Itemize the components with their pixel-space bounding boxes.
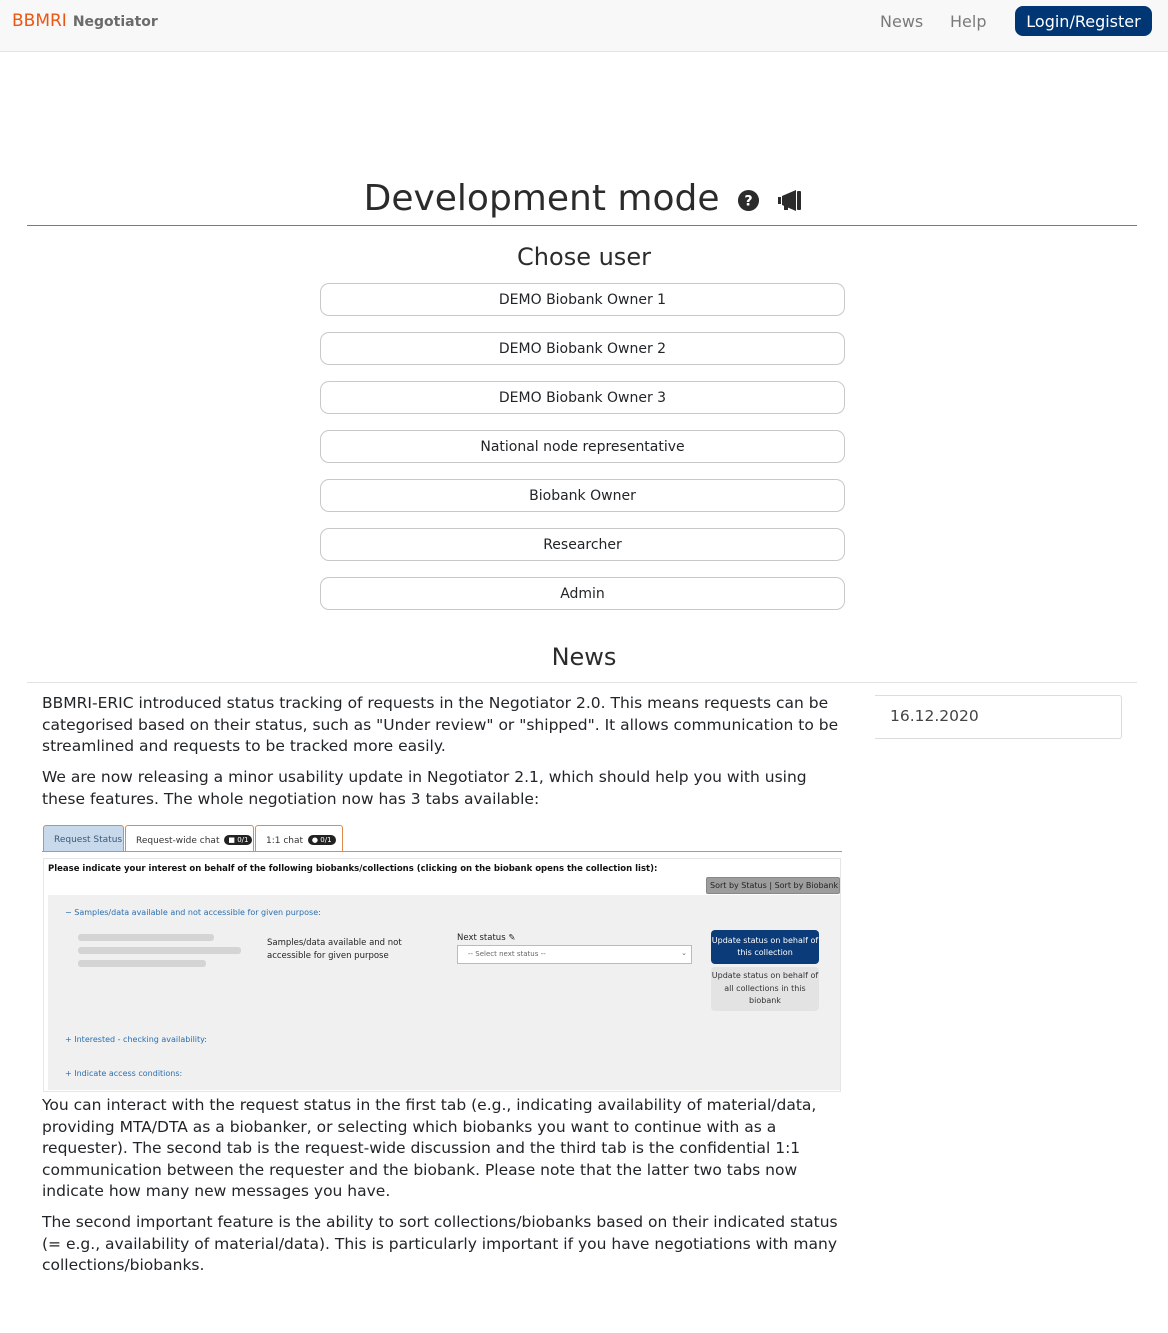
divider (27, 225, 1137, 226)
brand-secondary: Negotiator (72, 14, 158, 30)
unread-badge: ● 0/1 (307, 835, 336, 845)
users-icon: ● (311, 836, 319, 844)
question-circle-icon[interactable]: ? (737, 180, 760, 221)
section-interested: + Interested - checking availability: (65, 1035, 207, 1044)
section-label: Indicate access conditions: (74, 1069, 183, 1078)
navbar: BBMRI Negotiator News Help Login/Registe… (0, 0, 1168, 52)
update-all-collections-button: Update status on behalf of all collectio… (711, 967, 819, 1011)
brand-primary: BBMRI (12, 11, 67, 31)
news-paragraph: We are now releasing a minor usability u… (42, 768, 807, 808)
plus-icon: + (65, 1035, 72, 1044)
brand-logo[interactable]: BBMRI Negotiator (12, 11, 158, 31)
badge-count: 0/1 (320, 836, 332, 844)
minus-icon: − (65, 908, 72, 917)
blurred-collection-name (78, 947, 241, 954)
svg-text:?: ? (744, 193, 752, 209)
megaphone-icon[interactable] (777, 180, 804, 221)
panel-heading: Please indicate your interest on behalf … (48, 864, 658, 874)
badge-count: 0/1 (237, 836, 249, 844)
page-title-text: Development mode (363, 178, 720, 219)
label-text: Next status (457, 933, 506, 943)
tab-request-wide-chat: Request-wide chat ■ 0/1 (125, 825, 254, 851)
user-button-demo-biobank-owner-1[interactable]: DEMO Biobank Owner 1 (320, 283, 845, 316)
news-heading: News (551, 643, 617, 671)
news-date: 16.12.2020 (890, 707, 979, 725)
user-button-demo-biobank-owner-2[interactable]: DEMO Biobank Owner 2 (320, 332, 845, 365)
edit-icon: ✎ (508, 933, 516, 943)
news-date-card: 16.12.2020 (875, 695, 1122, 739)
user-button-national-node-representative[interactable]: National node representative (320, 430, 845, 463)
news-paragraph: You can interact with the request status… (42, 1096, 817, 1200)
next-status-label: Next status ✎ (457, 933, 515, 943)
section-label: Samples/data available and not accessibl… (74, 908, 321, 917)
chevron-down-icon: ⌄ (681, 949, 687, 957)
select-placeholder: -- Select next status -- (468, 950, 546, 958)
next-status-select: -- Select next status -- ⌄ (457, 945, 692, 964)
news-paragraph: BBMRI-ERIC introduced status tracking of… (42, 694, 839, 755)
status-sections: − Samples/data available and not accessi… (48, 895, 840, 1090)
news-paragraph: The second important feature is the abil… (42, 1213, 838, 1274)
chose-user-heading: Chose user (517, 243, 651, 271)
blurred-collection-name (78, 960, 206, 967)
nav-link-help[interactable]: Help (950, 12, 986, 31)
update-collection-button: Update status on behalf of this collecti… (711, 930, 819, 964)
tab-label: 1:1 chat (266, 836, 304, 846)
user-button-demo-biobank-owner-3[interactable]: DEMO Biobank Owner 3 (320, 381, 845, 414)
tab-request-status: Request Status (43, 825, 124, 851)
section-not-accessible: − Samples/data available and not accessi… (65, 908, 321, 917)
login-register-button[interactable]: Login/Register (1015, 6, 1152, 36)
user-button-admin[interactable]: Admin (320, 577, 845, 610)
tab-label: Request Status (54, 835, 123, 845)
user-button-biobank-owner[interactable]: Biobank Owner (320, 479, 845, 512)
unread-badge: ■ 0/1 (224, 835, 253, 845)
status-description: Samples/data available and not accessibl… (267, 938, 402, 961)
megaphone-icon: ■ (228, 836, 235, 844)
tab-one-to-one-chat: 1:1 chat ● 0/1 (255, 825, 343, 851)
request-status-panel: Please indicate your interest on behalf … (43, 858, 841, 1092)
sort-buttons: Sort by Status | Sort by Biobank (706, 877, 840, 894)
tabs-underline (42, 851, 842, 852)
section-access-conditions: + Indicate access conditions: (65, 1069, 182, 1078)
plus-icon: + (65, 1069, 72, 1078)
page-title: Development mode ? (0, 178, 1168, 221)
user-button-researcher[interactable]: Researcher (320, 528, 845, 561)
negotiation-tabs-screenshot: Request Status Request-wide chat ■ 0/1 1… (42, 823, 842, 1095)
divider (27, 682, 1137, 683)
tab-label: Request-wide chat (136, 836, 220, 846)
section-label: Interested - checking availability: (74, 1035, 208, 1044)
blurred-collection-name (78, 934, 214, 941)
nav-link-news[interactable]: News (880, 12, 923, 31)
